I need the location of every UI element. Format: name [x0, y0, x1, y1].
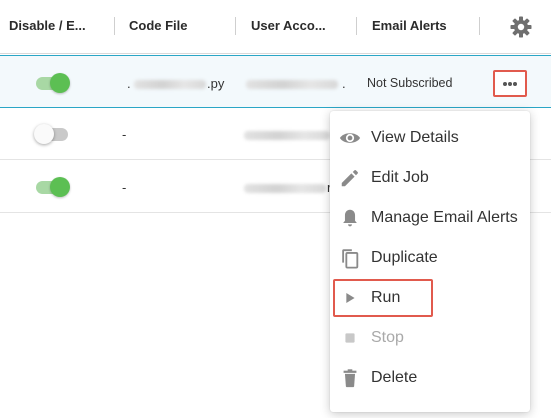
menu-item-label: Run [371, 289, 401, 306]
toggle-knob [50, 177, 70, 197]
trash-icon [343, 369, 357, 388]
gear-icon[interactable] [509, 15, 533, 39]
redacted-user-account [244, 184, 326, 193]
menu-item-label: View Details [371, 129, 459, 146]
menu-item-delete[interactable]: Delete [330, 358, 530, 398]
redacted-user-account [246, 80, 338, 89]
code-file-prefix: . [127, 76, 131, 91]
enable-toggle[interactable] [34, 124, 70, 144]
menu-item-view-details[interactable]: View Details [330, 118, 530, 158]
table-header: Disable / E... Code File User Acco... Em… [0, 0, 551, 54]
column-divider[interactable] [479, 17, 480, 35]
menu-item-label: Manage Email Alerts [371, 209, 518, 226]
menu-item-run[interactable]: Run [330, 278, 530, 318]
menu-item-label: Edit Job [371, 169, 429, 186]
eye-icon [339, 133, 361, 143]
dot [503, 82, 507, 86]
copy-icon [342, 249, 359, 269]
code-file-value: - [122, 127, 127, 142]
redacted-code-file [134, 80, 206, 89]
code-file-extension: .py [207, 76, 225, 91]
code-file-value: - [122, 180, 127, 195]
toggle-knob [34, 124, 54, 144]
enable-toggle[interactable] [34, 177, 70, 197]
email-alerts-status: Not Subscribed [367, 76, 453, 90]
toggle-knob [50, 73, 70, 93]
column-header-code-file[interactable]: Code File [129, 18, 188, 33]
column-divider[interactable] [356, 17, 357, 35]
menu-item-label: Stop [371, 329, 404, 346]
menu-item-edit-job[interactable]: Edit Job [330, 158, 530, 198]
column-divider[interactable] [114, 17, 115, 35]
enable-toggle[interactable] [34, 73, 70, 93]
menu-item-label: Delete [371, 369, 418, 386]
menu-item-duplicate[interactable]: Duplicate [330, 238, 530, 278]
column-header-disable-enable[interactable]: Disable / E... [9, 18, 86, 33]
bell-icon [343, 209, 357, 227]
column-header-email-alerts[interactable]: Email Alerts [372, 18, 447, 33]
menu-item-stop[interactable]: Stop [330, 318, 530, 358]
stop-icon [345, 333, 355, 343]
dot [508, 82, 512, 86]
redacted-user-account [244, 131, 330, 140]
play-icon [346, 292, 355, 304]
menu-item-label: Duplicate [371, 249, 438, 266]
column-divider[interactable] [235, 17, 236, 35]
pencil-icon [341, 170, 358, 187]
dot [513, 82, 517, 86]
user-account-suffix: . [342, 76, 346, 91]
row-actions-button[interactable] [493, 70, 527, 97]
menu-item-manage-email-alerts[interactable]: Manage Email Alerts [330, 198, 530, 238]
row-actions-menu: View Details Edit Job Manage Email Alert… [330, 111, 530, 412]
column-header-user-account[interactable]: User Acco... [251, 18, 326, 33]
table-row[interactable]: . .py . Not Subscribed [0, 55, 551, 108]
